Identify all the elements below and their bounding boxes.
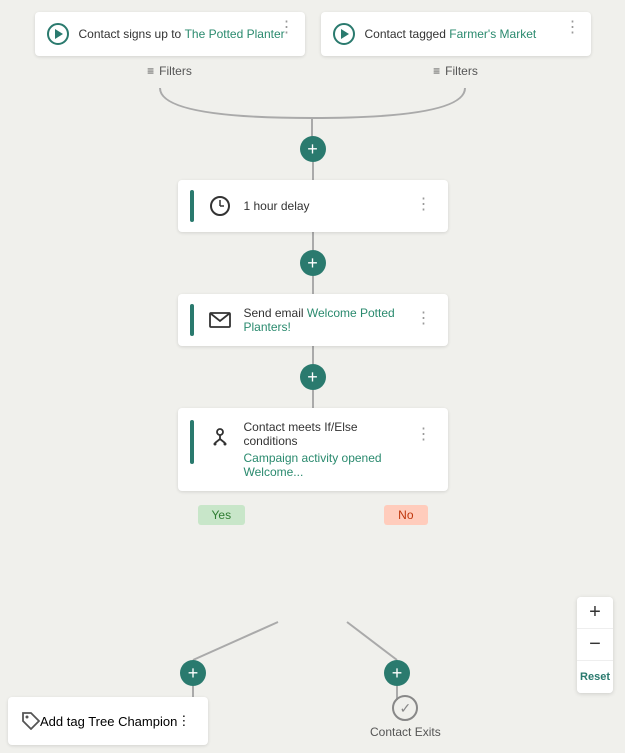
ifelse-subtext[interactable]: Campaign activity opened Welcome... bbox=[244, 451, 412, 479]
zoom-controls: + − Reset bbox=[577, 597, 613, 693]
tag-link[interactable]: Tree Champion bbox=[88, 714, 177, 729]
email-step-wrapper: Send email Welcome Potted Planters! ⋮ bbox=[178, 294, 448, 346]
ifelse-step-wrapper: Contact meets If/Else conditions Campaig… bbox=[178, 408, 448, 491]
delay-more[interactable]: ⋮ bbox=[412, 192, 436, 216]
zoom-in-button[interactable]: + bbox=[577, 597, 613, 629]
trigger-card-1[interactable]: Contact signs up to The Potted Planter ⋮ bbox=[35, 12, 305, 56]
workflow-canvas: Contact signs up to The Potted Planter ⋮… bbox=[0, 0, 625, 753]
flow-center: + 1 hour delay ⋮ + bbox=[0, 136, 625, 525]
reset-button[interactable]: Reset bbox=[577, 661, 613, 693]
email-label: Send email bbox=[244, 306, 307, 320]
yes-add-btn-container: + bbox=[180, 660, 206, 686]
filter-icon-1: ≡ bbox=[147, 64, 154, 78]
vline-5 bbox=[312, 390, 314, 408]
play-icon-1 bbox=[47, 23, 69, 45]
trigger-link-1[interactable]: The Potted Planter bbox=[185, 27, 285, 41]
filter-label-1: Filters bbox=[159, 64, 192, 78]
trigger-link-2[interactable]: Farmer's Market bbox=[449, 27, 536, 41]
tag-card-wrapper: Add tag Tree Champion ⋮ bbox=[8, 697, 208, 745]
delay-step-wrapper: 1 hour delay ⋮ bbox=[178, 180, 448, 232]
no-label: No bbox=[384, 505, 427, 525]
add-btn-3[interactable]: + bbox=[300, 364, 326, 390]
tag-card[interactable]: Add tag Tree Champion ⋮ bbox=[8, 697, 208, 745]
trigger-card-2[interactable]: Contact tagged Farmer's Market ⋮ bbox=[321, 12, 591, 56]
filter-btn-2[interactable]: ≡ Filters bbox=[321, 60, 591, 82]
tag-icon bbox=[20, 710, 40, 733]
trigger-text-2: Contact tagged Farmer's Market bbox=[365, 27, 579, 41]
filter-label-2: Filters bbox=[445, 64, 478, 78]
ifelse-accent bbox=[190, 420, 194, 464]
clock-icon bbox=[206, 192, 234, 220]
exits-label: Contact Exits bbox=[370, 725, 441, 739]
filters-row: ≡ Filters ≡ Filters bbox=[0, 60, 625, 82]
yes-label: Yes bbox=[198, 505, 246, 525]
vline-2 bbox=[312, 232, 314, 250]
trigger-row: Contact signs up to The Potted Planter ⋮… bbox=[0, 0, 625, 56]
add-btn-no[interactable]: + bbox=[384, 660, 410, 686]
email-more[interactable]: ⋮ bbox=[412, 306, 436, 330]
contact-exits: ✓ Contact Exits bbox=[370, 695, 441, 739]
email-step-card[interactable]: Send email Welcome Potted Planters! ⋮ bbox=[178, 294, 448, 346]
add-btn-1[interactable]: + bbox=[300, 136, 326, 162]
delay-accent bbox=[190, 190, 194, 222]
envelope-icon bbox=[206, 306, 234, 334]
delay-text: 1 hour delay bbox=[244, 199, 412, 213]
trigger-text-1: Contact signs up to The Potted Planter bbox=[79, 27, 293, 41]
branch-icon bbox=[206, 422, 234, 450]
trigger-label-1: Contact signs up to bbox=[79, 27, 185, 41]
vline-1 bbox=[312, 162, 314, 180]
tag-text: Add tag Tree Champion bbox=[40, 714, 177, 729]
email-accent bbox=[190, 304, 194, 336]
ifelse-more[interactable]: ⋮ bbox=[412, 422, 436, 446]
vline-4 bbox=[312, 346, 314, 364]
filter-icon-2: ≡ bbox=[433, 64, 440, 78]
delay-step-card[interactable]: 1 hour delay ⋮ bbox=[178, 180, 448, 232]
email-text: Send email Welcome Potted Planters! bbox=[244, 306, 412, 334]
tag-label: Add tag bbox=[40, 714, 88, 729]
ifelse-text: Contact meets If/Else conditions bbox=[244, 420, 412, 448]
play-icon-2 bbox=[333, 23, 355, 45]
exit-check-icon: ✓ bbox=[392, 695, 418, 721]
add-btn-yes[interactable]: + bbox=[180, 660, 206, 686]
ifelse-step-card[interactable]: Contact meets If/Else conditions Campaig… bbox=[178, 408, 448, 491]
trigger-label-2: Contact tagged bbox=[365, 27, 450, 41]
zoom-out-button[interactable]: − bbox=[577, 629, 613, 661]
trigger-more-2[interactable]: ⋮ bbox=[561, 18, 585, 38]
vline-3 bbox=[312, 276, 314, 294]
tag-more[interactable]: ⋮ bbox=[177, 713, 190, 729]
filter-btn-1[interactable]: ≡ Filters bbox=[35, 60, 305, 82]
add-btn-2[interactable]: + bbox=[300, 250, 326, 276]
trigger-more-1[interactable]: ⋮ bbox=[275, 18, 299, 38]
ifelse-text-container: Contact meets If/Else conditions Campaig… bbox=[244, 420, 412, 479]
contact-exits-wrapper: ✓ Contact Exits bbox=[370, 695, 441, 739]
no-add-btn-container: + bbox=[384, 660, 410, 686]
